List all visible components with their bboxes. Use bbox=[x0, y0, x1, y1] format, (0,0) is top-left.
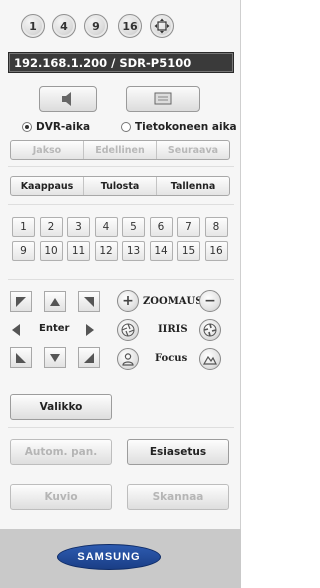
channel-button-13[interactable]: 13 bbox=[122, 241, 145, 261]
channel-button-6[interactable]: 6 bbox=[149, 217, 173, 237]
layout-1-button[interactable]: 1 bbox=[21, 14, 45, 38]
arrow-down-right-icon bbox=[84, 352, 94, 363]
speaker-icon bbox=[62, 92, 71, 106]
divider bbox=[8, 279, 234, 280]
playback-group: Jakso Edellinen Seuraava bbox=[10, 140, 230, 160]
iris-open-icon bbox=[121, 323, 135, 337]
iris-close-icon bbox=[203, 323, 217, 337]
person-icon bbox=[122, 353, 134, 366]
layout-16-button[interactable]: 16 bbox=[118, 14, 142, 38]
preset-button[interactable]: Esiasetus bbox=[127, 439, 229, 465]
channel-button-4[interactable]: 4 bbox=[94, 217, 118, 237]
arrow-down-left-icon bbox=[16, 352, 26, 363]
channel-button-7[interactable]: 7 bbox=[177, 217, 200, 237]
arrow-down-icon bbox=[50, 353, 60, 362]
channel-button-1[interactable]: 1 bbox=[12, 217, 35, 237]
channel-button-15[interactable]: 15 bbox=[177, 241, 200, 261]
samsung-logo: SAMSUNG bbox=[57, 544, 161, 570]
channel-button-16[interactable]: 16 bbox=[204, 241, 228, 261]
ptz-up-right-button[interactable] bbox=[78, 291, 100, 312]
audio-button[interactable] bbox=[39, 86, 97, 112]
zoom-label: ZOOMAUS bbox=[143, 296, 203, 307]
channel-button-9[interactable]: 9 bbox=[12, 241, 35, 261]
ptz-down-right-button[interactable] bbox=[78, 347, 100, 368]
channel-button-11[interactable]: 11 bbox=[67, 241, 90, 261]
next-button[interactable]: Seuraava bbox=[157, 141, 229, 159]
ptz-down-button[interactable] bbox=[44, 347, 66, 368]
divider bbox=[8, 204, 234, 205]
capture-button[interactable]: Kaappaus bbox=[11, 177, 84, 195]
layout-9-button[interactable]: 9 bbox=[84, 14, 108, 38]
zoom-in-button[interactable]: + bbox=[117, 290, 139, 312]
zoom-out-button[interactable]: − bbox=[199, 290, 221, 312]
camera-title-bar: 192.168.1.200 / SDR-P5100 bbox=[8, 52, 234, 73]
pc-time-radio[interactable]: Tietokoneen aika bbox=[121, 121, 237, 133]
scan-button[interactable]: Skannaa bbox=[127, 484, 229, 510]
arrow-up-icon bbox=[50, 297, 60, 306]
capture-group: Kaappaus Tulosta Tallenna bbox=[10, 176, 230, 196]
fullscreen-icon bbox=[154, 18, 170, 34]
ptz-up-left-button[interactable] bbox=[10, 291, 32, 312]
arrow-up-left-icon bbox=[16, 296, 26, 307]
minus-icon: − bbox=[204, 293, 216, 309]
ptz-up-button[interactable] bbox=[44, 291, 66, 312]
channel-button-10[interactable]: 10 bbox=[39, 241, 63, 261]
fullscreen-button[interactable] bbox=[150, 14, 174, 38]
channel-button-8[interactable]: 8 bbox=[204, 217, 228, 237]
channel-button-3[interactable]: 3 bbox=[67, 217, 90, 237]
arrow-up-right-icon bbox=[84, 296, 94, 307]
iris-open-button[interactable] bbox=[117, 319, 139, 341]
auto-pan-button[interactable]: Autom. pan. bbox=[10, 439, 112, 465]
layout-4-button[interactable]: 4 bbox=[52, 14, 76, 38]
plus-icon: + bbox=[122, 293, 134, 309]
radio-unselected bbox=[121, 122, 131, 132]
arrow-right-icon bbox=[86, 324, 94, 336]
ptz-enter-button[interactable]: Enter bbox=[39, 323, 69, 334]
channel-button-5[interactable]: 5 bbox=[122, 217, 145, 237]
pc-time-label: Tietokoneen aika bbox=[135, 121, 237, 133]
ptz-left-button[interactable] bbox=[10, 322, 22, 341]
dvr-time-radio[interactable]: DVR-aika bbox=[22, 121, 90, 133]
period-button[interactable]: Jakso bbox=[11, 141, 84, 159]
control-panel: 1 4 9 16 192.168.1.200 / SDR-P5100 DVR-a… bbox=[0, 0, 241, 588]
save-button[interactable]: Tallenna bbox=[157, 177, 229, 195]
radio-selected bbox=[22, 122, 32, 132]
divider bbox=[8, 166, 234, 167]
menu-button[interactable]: Valikko bbox=[10, 394, 112, 420]
mountain-icon bbox=[203, 355, 217, 365]
osd-button[interactable] bbox=[126, 86, 200, 112]
ptz-right-button[interactable] bbox=[84, 322, 96, 341]
focus-near-button[interactable] bbox=[117, 348, 139, 370]
monitor-icon bbox=[154, 92, 172, 105]
channel-button-14[interactable]: 14 bbox=[149, 241, 173, 261]
print-button[interactable]: Tulosta bbox=[84, 177, 157, 195]
focus-label: Focus bbox=[155, 353, 188, 364]
iris-label: IIRIS bbox=[158, 324, 188, 335]
iris-close-button[interactable] bbox=[199, 319, 221, 341]
channel-button-12[interactable]: 12 bbox=[94, 241, 118, 261]
divider bbox=[8, 427, 234, 428]
arrow-left-icon bbox=[12, 324, 20, 336]
focus-far-button[interactable] bbox=[199, 348, 221, 370]
ptz-down-left-button[interactable] bbox=[10, 347, 32, 368]
previous-button[interactable]: Edellinen bbox=[84, 141, 157, 159]
pattern-button[interactable]: Kuvio bbox=[10, 484, 112, 510]
dvr-time-label: DVR-aika bbox=[36, 121, 91, 133]
channel-button-2[interactable]: 2 bbox=[39, 217, 63, 237]
